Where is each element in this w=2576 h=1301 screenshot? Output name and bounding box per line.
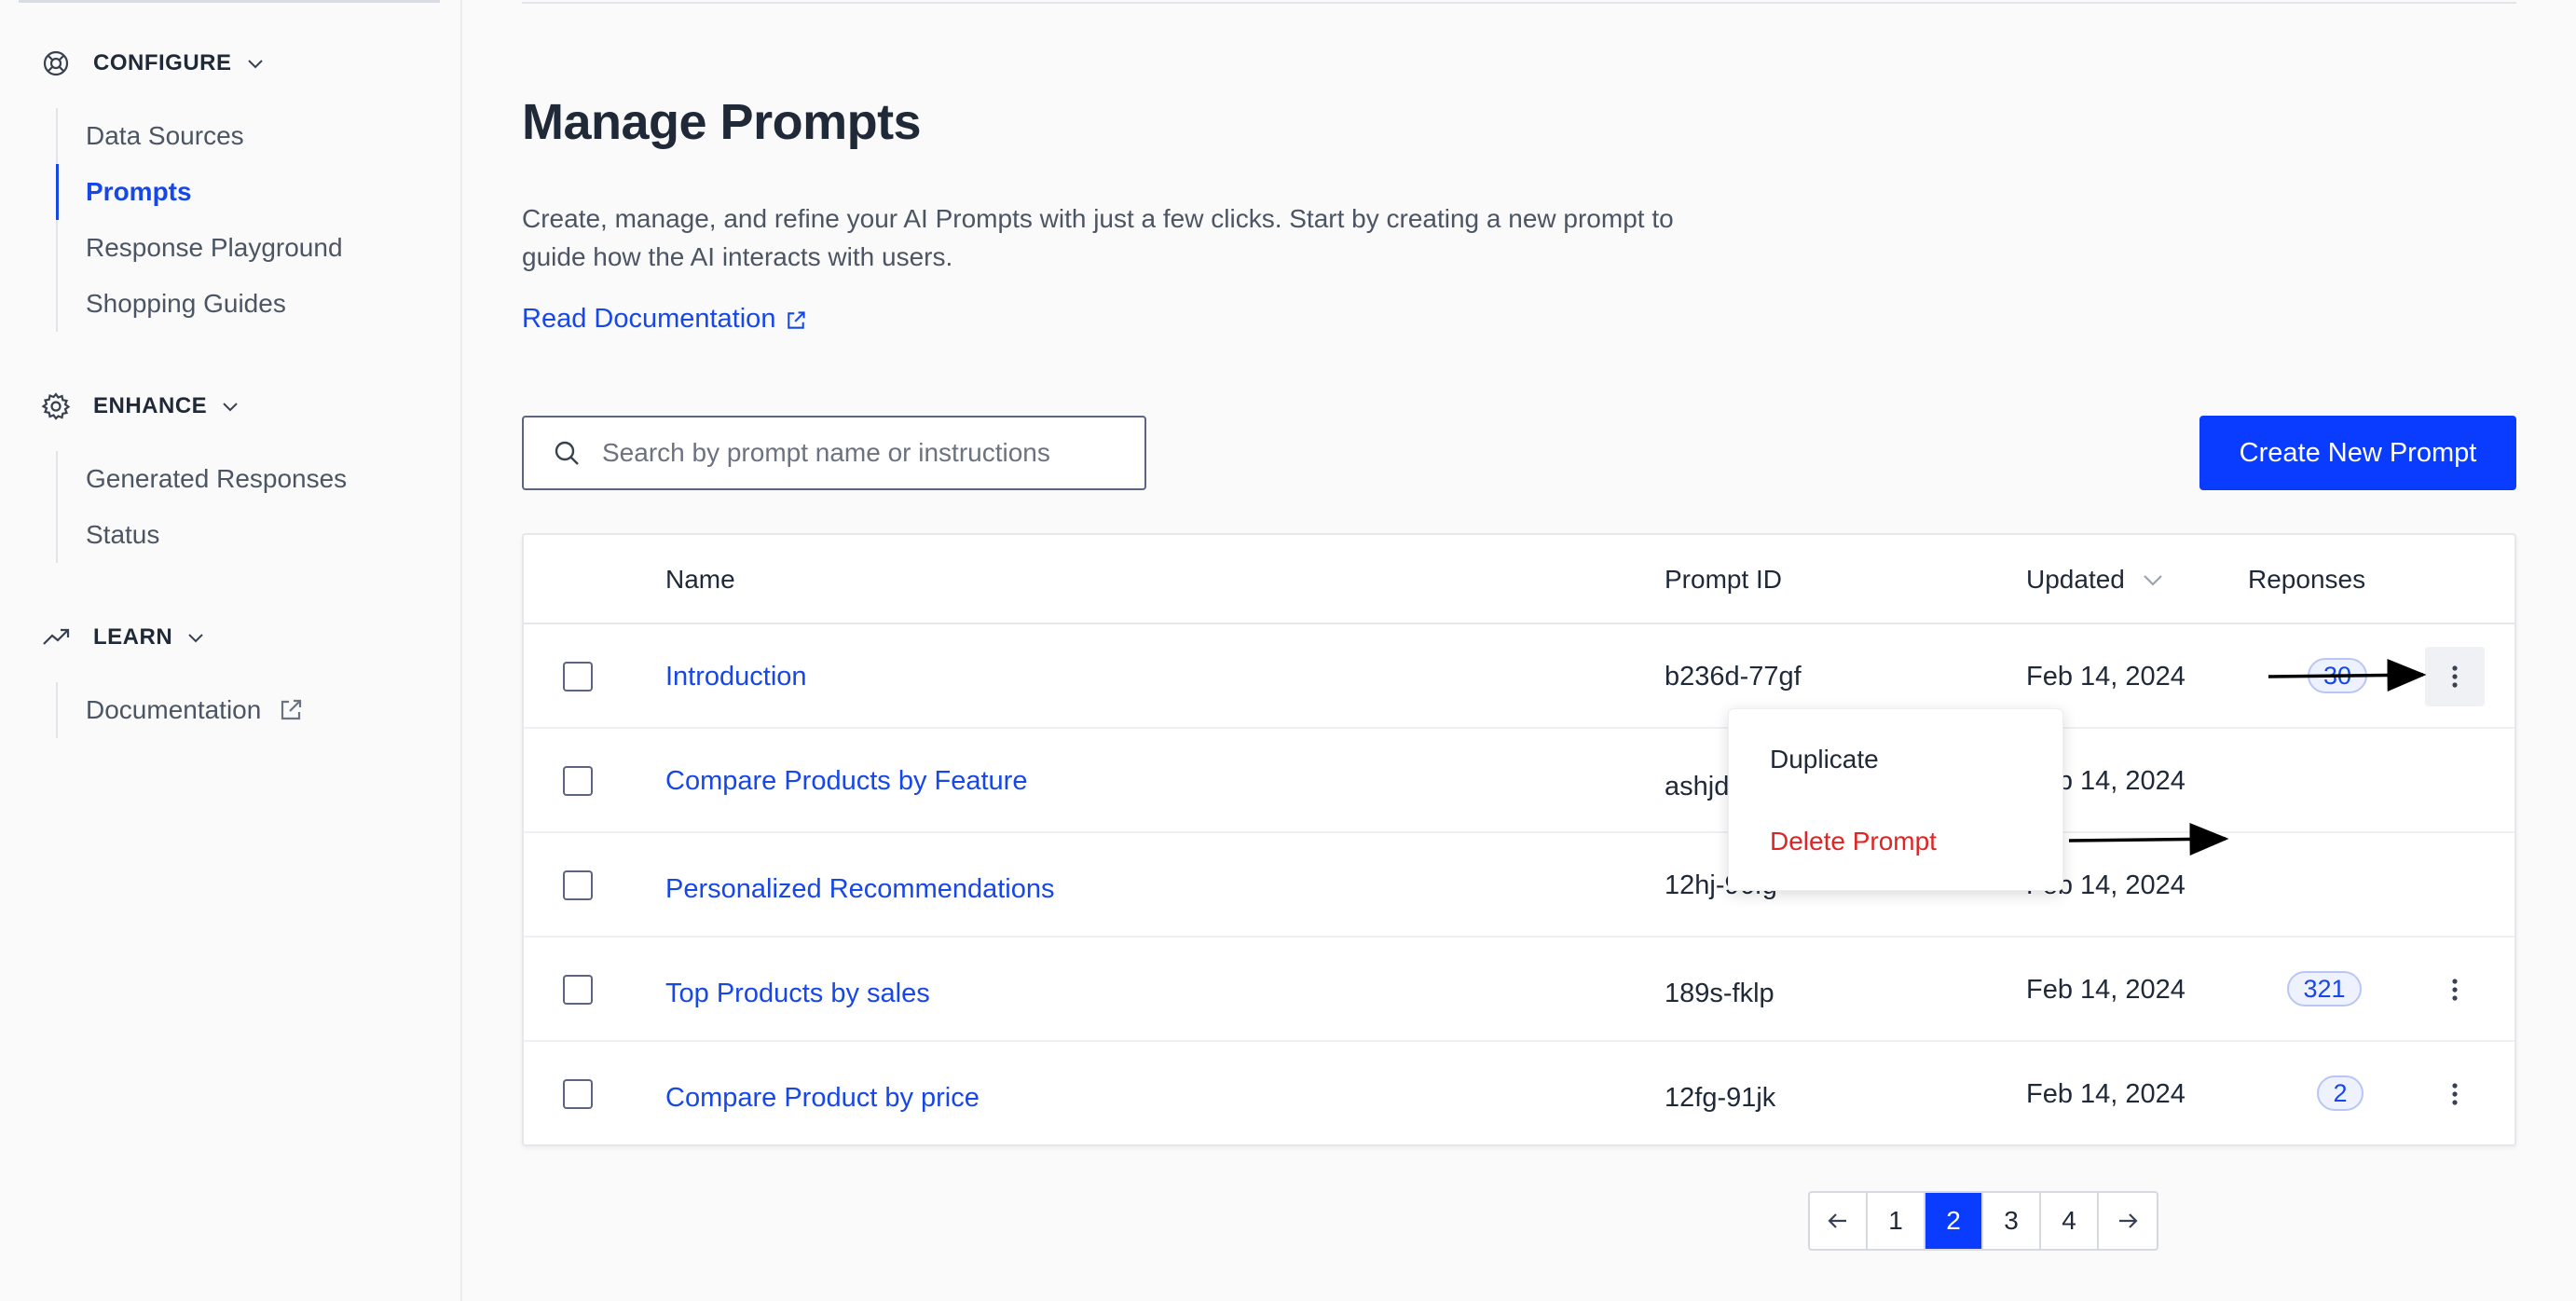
row-actions-button[interactable] (2425, 647, 2485, 706)
chevron-down-icon (245, 52, 267, 75)
row-checkbox[interactable] (563, 662, 593, 692)
responses-count-badge: 30 (2308, 658, 2367, 693)
column-header-prompt-id[interactable]: Prompt ID (1665, 535, 1782, 624)
page-title: Manage Prompts (522, 94, 922, 150)
sidebar: CONFIGURE Data Sources Prompts Response … (0, 0, 462, 1301)
sidebar-item-shopping-guides[interactable]: Shopping Guides (58, 276, 343, 332)
prompt-name-link[interactable]: Compare Product by price (665, 1046, 980, 1150)
main-content: Manage Prompts Create, manage, and refin… (462, 0, 2576, 1301)
sidebar-item-label: Response Playground (86, 233, 343, 262)
row-actions-menu: Duplicate Delete Prompt (1728, 708, 2063, 891)
sidebar-item-prompts[interactable]: Prompts (56, 164, 343, 220)
prompt-name-link[interactable]: Personalized Recommendations (665, 837, 1055, 941)
sidebar-item-label: Data Sources (86, 121, 244, 150)
duplicate-menu-item[interactable]: Duplicate (1729, 719, 2062, 801)
section-enhance[interactable]: ENHANCE (39, 388, 242, 425)
row-checkbox[interactable] (563, 870, 593, 900)
row-actions-button[interactable] (2425, 1064, 2485, 1124)
sidebar-item-status[interactable]: Status (58, 507, 347, 563)
sidebar-item-label: Prompts (86, 177, 192, 206)
lifebuoy-icon (39, 47, 73, 80)
row-checkbox[interactable] (563, 766, 593, 796)
arrow-left-icon (1828, 1213, 1846, 1228)
responses-count-badge: 321 (2287, 971, 2362, 1007)
nav-group-enhance: Generated Responses Status (56, 451, 347, 563)
row-actions-button[interactable] (2425, 960, 2485, 1020)
pagination-page-1[interactable]: 1 (1868, 1193, 1925, 1249)
search-icon (552, 438, 582, 468)
prompts-table: Name Prompt ID Updated Reponses Introduc… (522, 533, 2516, 1146)
external-link-icon (785, 308, 807, 331)
section-title: LEARN (93, 624, 173, 650)
table-row[interactable]: Top Products by sales 189s-fklp Feb 14, … (524, 938, 2514, 1042)
arrow-right-icon (2119, 1213, 2138, 1228)
pagination-page-4[interactable]: 4 (2041, 1193, 2099, 1249)
sidebar-item-response-playground[interactable]: Response Playground (58, 220, 343, 276)
section-configure[interactable]: CONFIGURE (39, 45, 267, 82)
pagination-prev-button[interactable] (1810, 1193, 1868, 1249)
section-learn[interactable]: LEARN (39, 619, 208, 656)
delete-prompt-menu-item[interactable]: Delete Prompt (1729, 801, 2062, 883)
responses-count-badge: 2 (2317, 1075, 2364, 1111)
sidebar-item-label: Shopping Guides (86, 289, 286, 318)
divider (522, 2, 2516, 4)
chevron-down-icon (220, 395, 242, 418)
kebab-menu-icon (2452, 665, 2458, 688)
external-link-icon (278, 697, 304, 723)
table-row[interactable]: Personalized Recommendations 12hj-96fg F… (524, 833, 2514, 938)
search-input[interactable] (602, 438, 1124, 468)
section-title: CONFIGURE (93, 50, 232, 75)
pagination-page-2[interactable]: 2 (1925, 1193, 1983, 1249)
sidebar-item-label: Documentation (86, 695, 262, 724)
trending-up-icon (39, 621, 73, 654)
prompt-id: 189s-fklp (1665, 978, 1774, 1008)
table-row[interactable]: Compare Product by price 12fg-91jk Feb 1… (524, 1042, 2514, 1146)
column-header-updated-label: Updated (2026, 565, 2125, 594)
row-checkbox[interactable] (563, 1079, 593, 1109)
gear-icon (39, 390, 73, 423)
prompt-id: 12fg-91jk (1665, 1082, 1776, 1113)
chevron-down-icon (185, 626, 208, 649)
prompt-name-link[interactable]: Compare Products by Feature (665, 729, 1027, 833)
sidebar-item-label: Status (86, 520, 160, 549)
divider (19, 0, 440, 3)
updated-date: Feb 14, 2024 (2026, 1078, 2185, 1109)
table-row[interactable]: Compare Products by Feature ashjd-22hh F… (524, 729, 2514, 833)
column-header-name[interactable]: Name (665, 535, 735, 624)
pagination-page-3[interactable]: 3 (1983, 1193, 2041, 1249)
table-row[interactable]: Introduction b236d-77gf Feb 14, 2024 30 (524, 624, 2514, 729)
create-new-prompt-button[interactable]: Create New Prompt (2199, 416, 2516, 490)
pagination: 1 2 3 4 (1808, 1191, 2158, 1251)
prompt-name-link[interactable]: Introduction (665, 624, 807, 729)
sidebar-item-documentation[interactable]: Documentation (58, 682, 304, 738)
row-checkbox[interactable] (563, 975, 593, 1005)
nav-group-learn: Documentation (56, 682, 304, 738)
nav-group-configure: Data Sources Prompts Response Playground… (56, 108, 343, 332)
column-header-updated[interactable]: Updated (2026, 535, 2166, 624)
sidebar-item-generated-responses[interactable]: Generated Responses (58, 451, 347, 507)
page-description: Create, manage, and refine your AI Promp… (522, 204, 1674, 271)
kebab-menu-icon (2452, 979, 2458, 1001)
sidebar-item-data-sources[interactable]: Data Sources (58, 108, 343, 164)
read-documentation-link[interactable]: Read Documentation (522, 304, 807, 335)
kebab-menu-icon (2452, 1083, 2458, 1105)
table-header: Name Prompt ID Updated Reponses (524, 535, 2514, 624)
search-box[interactable] (522, 416, 1146, 490)
updated-date: Feb 14, 2024 (2026, 974, 2185, 1005)
sort-chevron-down-icon (2140, 567, 2166, 593)
sidebar-item-label: Generated Responses (86, 464, 348, 493)
section-title: ENHANCE (93, 393, 208, 418)
column-header-responses[interactable]: Reponses (2248, 535, 2365, 624)
prompt-name-link[interactable]: Top Products by sales (665, 941, 930, 1046)
pagination-next-button[interactable] (2099, 1193, 2157, 1249)
read-documentation-label: Read Documentation (522, 304, 776, 334)
